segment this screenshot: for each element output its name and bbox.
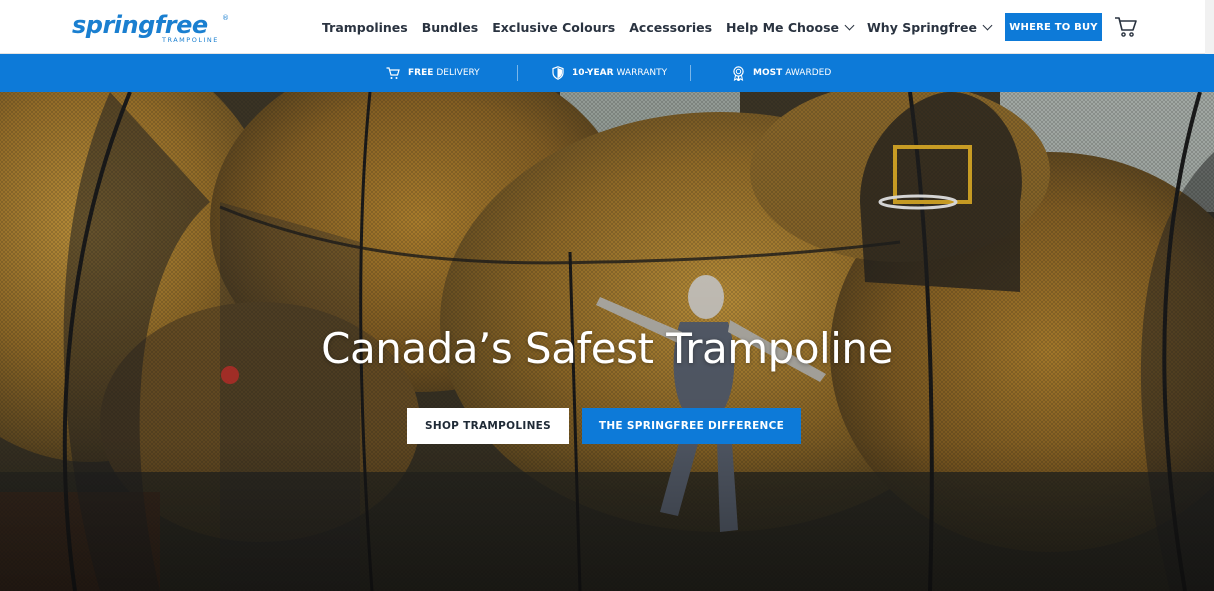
- benefit-free-delivery: FREE DELIVERY: [386, 54, 480, 92]
- site-header: springfree ® TRAMPOLINE Trampolines Bund…: [0, 0, 1214, 54]
- nav-item-label: Bundles: [421, 19, 479, 35]
- cart-icon: [386, 66, 400, 79]
- chevron-down-icon: [844, 20, 855, 30]
- shop-trampolines-button[interactable]: SHOP TRAMPOLINES: [407, 408, 569, 444]
- nav-item-bundles[interactable]: Bundles: [422, 20, 478, 35]
- benefit-text: AWARDED: [785, 68, 832, 78]
- benefit-strong: MOST: [753, 68, 783, 78]
- main-nav: Trampolines Bundles Exclusive Colours Ac…: [322, 17, 1005, 37]
- hero-banner: Canada’s Safest Trampoline SHOP TRAMPOLI…: [0, 92, 1214, 591]
- benefit-strong: 10-YEAR: [572, 68, 614, 78]
- logo-registered-mark: ®: [222, 14, 229, 22]
- benefit-text: DELIVERY: [436, 68, 480, 78]
- benefit-divider: [690, 65, 691, 81]
- springfree-logo[interactable]: springfree ® TRAMPOLINE: [72, 11, 232, 44]
- benefit-warranty: 10-YEAR WARRANTY: [552, 54, 667, 92]
- nav-item-label: Why Springfree: [867, 19, 978, 35]
- nav-item-label: Exclusive Colours: [492, 19, 616, 35]
- shopping-cart-icon[interactable]: [1114, 16, 1138, 38]
- nav-item-label: Accessories: [629, 19, 713, 35]
- where-to-buy-button[interactable]: WHERE TO BUY: [1005, 13, 1102, 41]
- scrollbar-track[interactable]: [1205, 0, 1214, 54]
- shield-icon: [552, 66, 564, 80]
- nav-item-label: Help Me Choose: [726, 19, 840, 35]
- hero-title: Canada’s Safest Trampoline: [321, 324, 893, 373]
- benefits-bar: FREE DELIVERY 10-YEAR WARRANTY MOST AWAR…: [0, 54, 1214, 92]
- benefit-strong: FREE: [408, 68, 434, 78]
- nav-item-label: Trampolines: [322, 19, 408, 35]
- logo-tagline: TRAMPOLINE: [162, 36, 219, 44]
- nav-item-trampolines[interactable]: Trampolines: [322, 20, 408, 35]
- award-ribbon-icon: [733, 65, 744, 81]
- nav-item-accessories[interactable]: Accessories: [629, 20, 712, 35]
- nav-item-exclusive-colours[interactable]: Exclusive Colours: [492, 20, 615, 35]
- benefit-divider: [517, 65, 518, 81]
- benefit-most-awarded: MOST AWARDED: [732, 54, 831, 92]
- nav-item-help-me-choose[interactable]: Help Me Choose: [726, 19, 855, 35]
- benefit-text: WARRANTY: [616, 68, 668, 78]
- chevron-down-icon: [982, 20, 993, 30]
- logo-wordmark: springfree: [72, 11, 208, 39]
- nav-item-why-springfree[interactable]: Why Springfree: [867, 19, 993, 35]
- springfree-difference-button[interactable]: THE SPRINGFREE DIFFERENCE: [582, 408, 801, 444]
